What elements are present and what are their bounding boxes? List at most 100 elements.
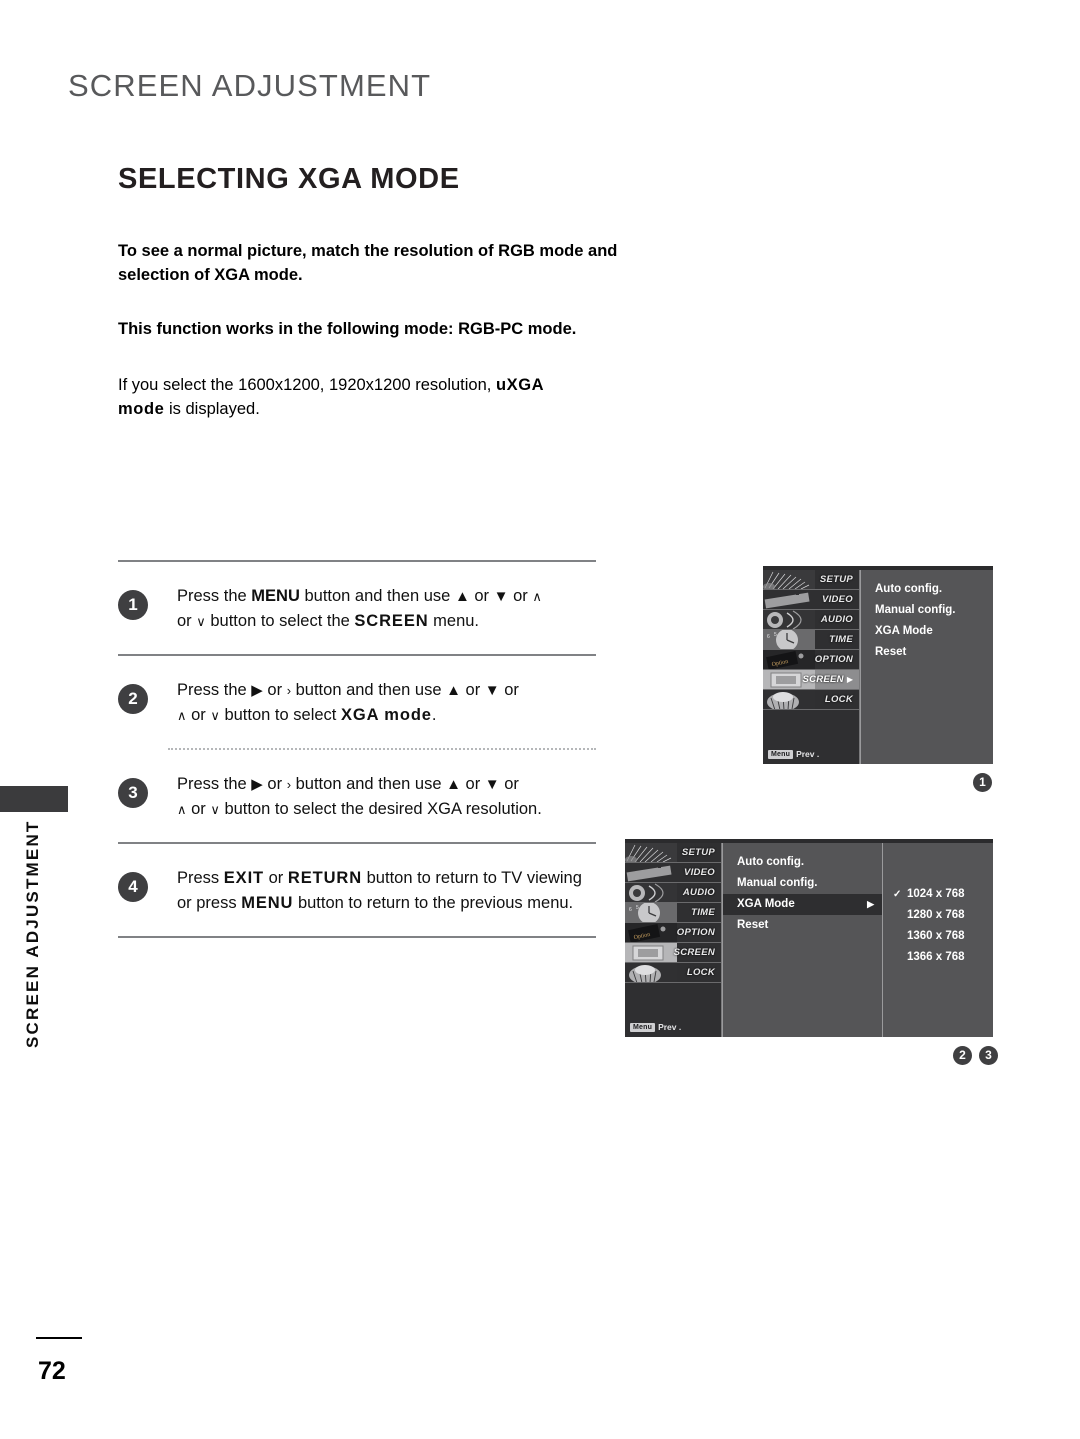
lock-thumbnail-icon [763,690,815,709]
osd-sidebar-label: AUDIO [820,614,853,625]
osd-menu-list: Auto config. Manual config. XGA Mode Res… [860,570,993,764]
chevron-up-icon: ∧ [532,589,542,604]
osd-sidebar-item-video[interactable]: VIDEO [763,590,859,610]
osd-sidebar-label: SETUP [681,847,715,858]
osd-resolution-list: ✓ 1024 x 768 1280 x 768 1360 x 768 1366 … [882,843,993,1037]
chevron-right-icon: ▶ [867,899,874,909]
step-1-t7: menu. [428,612,480,630]
step-markers-group-2: 2 3 [953,1046,998,1065]
chevron-down-icon: ∨ [210,802,220,817]
step-3-t2: button and then use [291,775,447,793]
osd-sidebar-item-setup[interactable]: SETUP [763,570,859,590]
osd-resolution-option-1280[interactable]: 1280 x 768 [883,905,993,926]
setup-thumbnail-icon [763,570,815,589]
step-3-text: Press the ▶ or › button and then use ▲ o… [177,772,596,822]
right-triangle-icon: ▶ [251,776,263,793]
osd-sidebar-item-screen[interactable]: SCREEN [625,943,721,963]
osd-sidebar-label: SCREEN [802,674,844,685]
osd-resolution-option-1366[interactable]: 1366 x 768 [883,947,993,968]
osd-sidebar-item-audio[interactable]: AUDIO [763,610,859,630]
down-arrow-icon: ▼ [493,588,509,605]
osd-sidebar-item-setup[interactable]: SETUP [625,843,721,863]
up-arrow-icon: ▲ [454,588,470,605]
osd-menu-label: Reset [875,646,907,658]
osd-prev-hint[interactable]: Menu Prev . [768,749,819,759]
right-triangle-icon: ▶ [251,682,263,699]
step-1-menu-key: MENU [251,587,300,605]
step-3-t1b: or [262,775,287,793]
osd-sidebar-item-video[interactable]: VIDEO [625,863,721,883]
step-1-number: 1 [118,590,148,620]
osd-prev-hint[interactable]: Menu Prev . [630,1022,681,1032]
osd-sidebar-item-option[interactable]: Option OPTION [625,923,721,943]
osd-menu-item-manual-config[interactable]: Manual config. [861,600,993,621]
step-2-t1b: or [262,681,287,699]
step-2-t1: Press the [177,681,252,699]
chevron-up-icon: ∧ [177,802,187,817]
osd-resolution-option-1024[interactable]: ✓ 1024 x 768 [883,884,993,905]
step-2-t2: button and then use [291,681,447,699]
step-3: 3 Press the ▶ or › button and then use ▲… [118,750,596,842]
osd-sidebar-item-option[interactable]: Option OPTION [763,650,859,670]
intro-p3-bold-uxga: uXGA [495,376,545,394]
osd-sidebar-label: OPTION [814,654,853,665]
page-number: 72 [38,1357,66,1385]
osd-sidebar-label: TIME [691,907,715,918]
step-3-t6: button to select the desired XGA resolut… [219,800,542,818]
osd-screenshot-screen-menu: SETUP VIDEO AUDIO 6 5 TIME Option OPTION… [763,566,993,764]
svg-text:6: 6 [767,634,770,640]
osd-resolution-label: 1360 x 768 [907,930,965,942]
osd-screenshot-xga-submenu: SETUP VIDEO AUDIO 6 5 TIME Option OPTION… [625,839,993,1037]
osd-sidebar-item-time[interactable]: 6 5 TIME [763,630,859,650]
chevron-down-icon: ∨ [196,614,206,629]
step-2-t6: button to select [219,706,341,724]
step-3-t1: Press the [177,775,252,793]
osd-sidebar-label: SCREEN [673,947,715,958]
audio-thumbnail-icon [763,610,815,629]
osd-sidebar-item-audio[interactable]: AUDIO [625,883,721,903]
intro-p3-bold-mode: mode [118,400,165,418]
osd-menu-item-xga-mode[interactable]: XGA Mode [861,621,993,642]
osd-sidebar-item-screen[interactable]: SCREEN ▶ [763,670,859,690]
step-2-xga-mode: XGA mode [340,706,432,724]
osd-menu-item-reset[interactable]: Reset [861,642,993,663]
step-3-t5: or [186,800,211,818]
chevron-up-icon: ∧ [177,708,187,723]
footer-divider [36,1337,82,1339]
osd-sidebar-label: VIDEO [821,594,853,605]
check-icon: ✓ [893,889,902,900]
step-4-return-key: RETURN [287,869,363,887]
video-thumbnail-icon [625,863,677,882]
step-3-t3: or [460,775,485,793]
osd-sidebar-label: LOCK [686,967,715,978]
step-1-t6: button to select the [205,612,355,630]
osd-resolution-option-1360[interactable]: 1360 x 768 [883,926,993,947]
osd-menu-item-auto-config[interactable]: Auto config. [861,579,993,600]
osd-sidebar-item-lock[interactable]: LOCK [763,690,859,710]
osd-menu-item-auto-config[interactable]: Auto config. [723,852,882,873]
step-4-exit-key: EXIT [223,869,265,887]
step-1-t2: button and then use [299,587,455,605]
intro-p3-part-a: If you select the 1600x1200, 1920x1200 r… [118,376,496,394]
divider-after-step-4 [118,936,596,938]
osd-menu-item-xga-mode[interactable]: XGA Mode ▶ [723,894,882,915]
intro-p3-part-b: is displayed. [164,400,260,418]
osd-menu-item-manual-config[interactable]: Manual config. [723,873,882,894]
osd-sidebar-item-time[interactable]: 6 5 TIME [625,903,721,923]
osd-menu-list: Auto config. Manual config. XGA Mode ▶ R… [722,843,882,1037]
intro-paragraph-1: To see a normal picture, match the resol… [118,242,618,284]
down-arrow-icon: ▼ [484,682,500,699]
setup-thumbnail-icon [625,843,677,862]
down-arrow-icon: ▼ [484,776,500,793]
osd-sidebar-item-lock[interactable]: LOCK [625,963,721,983]
menu-badge: Menu [768,749,794,759]
step-4-text: Press EXIT or RETURN button to return to… [177,866,596,916]
step-marker-1: 1 [973,773,992,792]
osd-sidebar: SETUP VIDEO AUDIO 6 5 TIME Option OPTION… [763,570,860,764]
step-2-t4: or [499,681,519,699]
intro-paragraph-3: If you select the 1600x1200, 1920x1200 r… [118,373,648,421]
lock-thumbnail-icon [625,963,677,982]
step-3-t4: or [499,775,519,793]
step-4-t1: Press [177,869,224,887]
osd-menu-item-reset[interactable]: Reset [723,915,882,936]
